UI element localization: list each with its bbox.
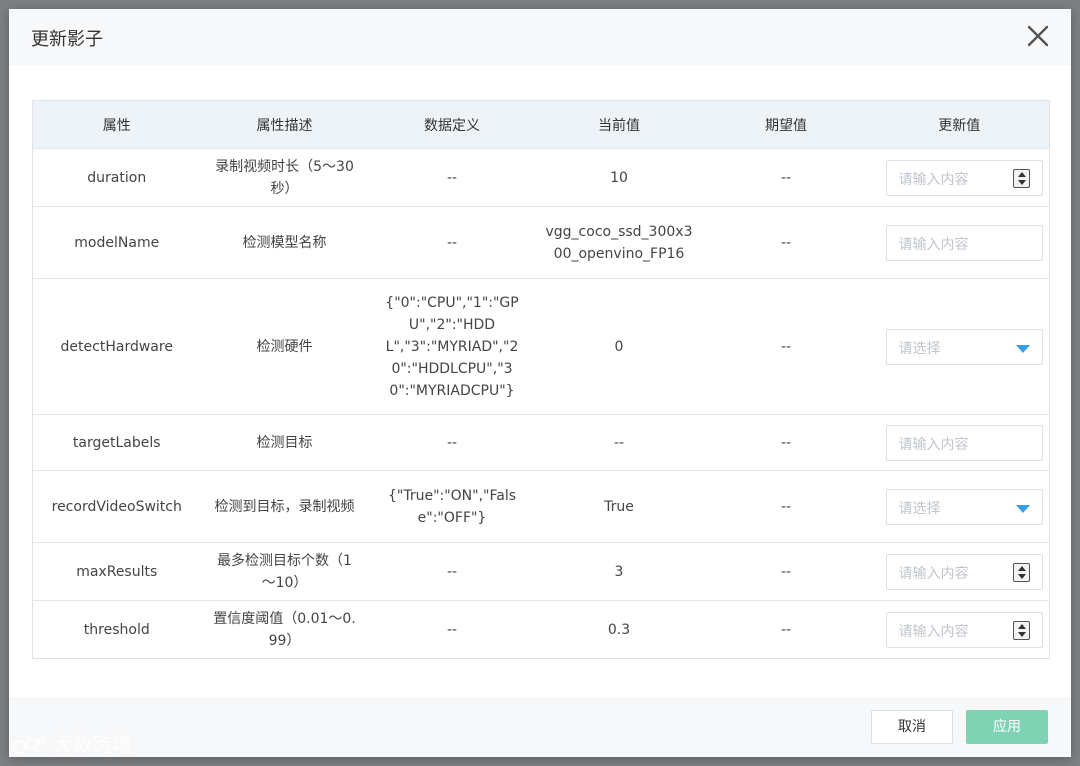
select-placeholder: 请选择 <box>898 500 941 517</box>
input-placeholder: 请输入内容 <box>898 436 969 453</box>
close-icon <box>1027 25 1049 47</box>
cancel-button[interactable]: 取消 <box>871 710 953 744</box>
expected-value: -- <box>702 600 870 659</box>
input-placeholder: 请输入内容 <box>898 236 969 253</box>
input-placeholder: 请输入内容 <box>898 565 969 582</box>
close-button[interactable] <box>1025 23 1051 49</box>
update-value-input[interactable]: 请输入内容 <box>885 611 1043 648</box>
property-description: 检测硬件 <box>200 278 369 415</box>
data-definition: {"True":"ON","False":"OFF"} <box>368 470 536 543</box>
chevron-down-icon <box>1015 344 1030 353</box>
dialog-header: 更新影子 <box>9 9 1071 65</box>
chevron-down-icon <box>1015 504 1030 513</box>
expected-value: -- <box>702 470 870 543</box>
current-value: 10 <box>535 148 703 207</box>
watermark-logo-icon <box>12 736 45 754</box>
stepper-icon[interactable] <box>1012 562 1030 582</box>
stepper-icon[interactable] <box>1012 168 1030 188</box>
column-header: 当前值 <box>535 100 703 149</box>
input-placeholder: 请输入内容 <box>898 171 969 188</box>
current-value: 0.3 <box>535 600 703 659</box>
column-header: 数据定义 <box>368 100 536 149</box>
dialog-title: 更新影子 <box>31 29 103 50</box>
shadow-properties-table: 属性 属性描述 数据定义 当前值 期望值 更新值 duration 录制视频时长… <box>32 100 1050 659</box>
table-row: maxResults 最多检测目标个数（1～10） -- 3 -- 请输入内容 <box>32 542 1050 601</box>
property-description: 最多检测目标个数（1～10） <box>200 542 369 601</box>
update-value-input[interactable]: 请输入内容 <box>885 553 1043 590</box>
current-value: 3 <box>535 542 703 601</box>
watermark: 大数跨境 <box>10 730 133 757</box>
expected-value: -- <box>702 278 870 415</box>
property-description: 置信度阈值（0.01～0.99） <box>200 600 369 659</box>
expected-value: -- <box>702 206 870 279</box>
update-value-select[interactable]: 请选择 <box>885 328 1043 365</box>
update-value-input[interactable]: 请输入内容 <box>885 424 1043 461</box>
current-value: 0 <box>535 278 703 415</box>
table-row: recordVideoSwitch 检测到目标，录制视频 {"True":"ON… <box>32 470 1050 543</box>
expected-value: -- <box>702 148 870 207</box>
table-row: detectHardware 检测硬件 {"0":"CPU","1":"GPU"… <box>32 278 1050 415</box>
column-header: 属性 <box>32 100 201 149</box>
update-value-input[interactable]: 请输入内容 <box>885 224 1043 261</box>
current-value: True <box>535 470 703 543</box>
property-name: threshold <box>32 600 201 659</box>
table-row: targetLabels 检测目标 -- -- -- 请输入内容 <box>32 414 1050 471</box>
current-value: -- <box>535 414 703 471</box>
stepper-icon[interactable] <box>1012 620 1030 640</box>
table-row: duration 录制视频时长（5～30秒） -- 10 -- 请输入内容 <box>32 148 1050 207</box>
property-description: 检测目标 <box>200 414 369 471</box>
data-definition: -- <box>368 148 536 207</box>
property-name: maxResults <box>32 542 201 601</box>
column-header: 属性描述 <box>200 100 369 149</box>
table-row: threshold 置信度阈值（0.01～0.99） -- 0.3 -- 请输入… <box>32 600 1050 659</box>
expected-value: -- <box>702 542 870 601</box>
update-shadow-dialog: 更新影子 属性 属性描述 数据定义 当前值 期望值 更新值 duration 录… <box>9 9 1071 757</box>
select-placeholder: 请选择 <box>898 340 941 357</box>
property-name: detectHardware <box>32 278 201 415</box>
property-description: 检测模型名称 <box>200 206 369 279</box>
property-name: recordVideoSwitch <box>32 470 201 543</box>
table-row: modelName 检测模型名称 -- vgg_coco_ssd_300x300… <box>32 206 1050 279</box>
property-name: duration <box>32 148 201 207</box>
table-header-row: 属性 属性描述 数据定义 当前值 期望值 更新值 <box>32 100 1050 149</box>
data-definition: {"0":"CPU","1":"GPU","2":"HDDL","3":"MYR… <box>368 278 536 415</box>
current-value: vgg_coco_ssd_300x300_openvino_FP16 <box>535 206 703 279</box>
data-definition: -- <box>368 600 536 659</box>
dialog-footer: 取消 应用 <box>9 697 1071 757</box>
property-description: 检测到目标，录制视频 <box>200 470 369 543</box>
dialog-body: 属性 属性描述 数据定义 当前值 期望值 更新值 duration 录制视频时长… <box>9 65 1071 697</box>
update-value-select[interactable]: 请选择 <box>885 488 1043 525</box>
update-value-input[interactable]: 请输入内容 <box>885 159 1043 196</box>
data-definition: -- <box>368 206 536 279</box>
data-definition: -- <box>368 542 536 601</box>
column-header: 期望值 <box>702 100 870 149</box>
property-description: 录制视频时长（5～30秒） <box>200 148 369 207</box>
expected-value: -- <box>702 414 870 471</box>
apply-button[interactable]: 应用 <box>966 710 1048 744</box>
watermark-text: 大数跨境 <box>53 734 134 756</box>
column-header: 更新值 <box>869 100 1050 149</box>
input-placeholder: 请输入内容 <box>898 623 969 640</box>
property-name: targetLabels <box>32 414 201 471</box>
data-definition: -- <box>368 414 536 471</box>
property-name: modelName <box>32 206 201 279</box>
